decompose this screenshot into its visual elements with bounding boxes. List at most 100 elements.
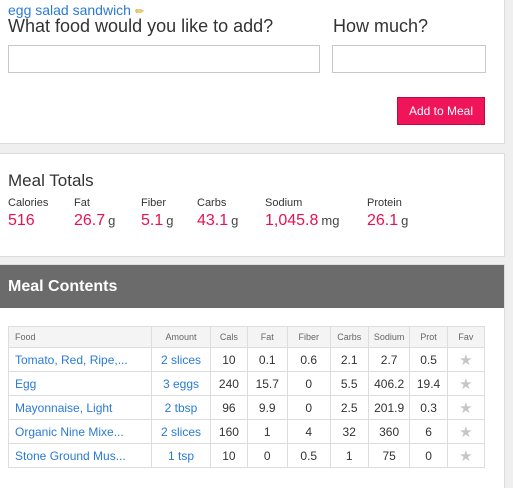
- table-row: Stone Ground Mus... 1 tsp 10 0 0.5 1 75 0 ★: [8, 443, 486, 468]
- cell-prot: 0: [409, 443, 448, 468]
- cell-carbs: 5.5: [329, 371, 369, 396]
- cell-amount[interactable]: 2 slices: [150, 419, 212, 444]
- food-question-label: What food would you like to add?: [8, 16, 274, 36]
- cell-amount[interactable]: 2 tbsp: [150, 395, 212, 420]
- table-body: Tomato, Red, Ripe,... 2 slices 10 0.1 0.6 2.1…: [8, 347, 486, 468]
- cell-amount[interactable]: 3 eggs: [150, 371, 212, 396]
- cell-carbs: 2.5: [329, 395, 369, 420]
- total-fat-unit: g: [108, 213, 116, 228]
- cell-sodium: 201.9: [367, 395, 411, 420]
- column-header-food[interactable]: Food: [8, 326, 152, 348]
- column-header-fav[interactable]: Fav: [446, 326, 486, 348]
- cell-fiber: 4: [286, 419, 331, 444]
- column-header-sodium[interactable]: Sodium: [367, 326, 411, 348]
- total-protein: Protein 26.1 g: [367, 197, 408, 230]
- cell-sodium: 406.2: [367, 371, 411, 396]
- star-icon[interactable]: ★: [459, 448, 472, 465]
- cell-food[interactable]: Organic Nine Mixe...: [8, 419, 152, 444]
- cell-carbs: 1: [329, 443, 369, 468]
- total-carbs-unit: g: [231, 213, 239, 228]
- total-fiber-unit: g: [166, 213, 174, 228]
- cell-amount[interactable]: 2 slices: [150, 347, 212, 372]
- cell-sodium: 75: [367, 443, 411, 468]
- table-row: Egg 3 eggs 240 15.7 0 5.5 406.2 19.4 ★: [8, 371, 486, 396]
- cell-fav: ★: [446, 395, 486, 420]
- cell-prot: 19.4: [409, 371, 448, 396]
- food-search-input[interactable]: [8, 45, 320, 73]
- cell-fiber: 0.5: [286, 443, 331, 468]
- cell-food[interactable]: Stone Ground Mus...: [8, 443, 152, 468]
- total-fat-value: 26.7: [74, 212, 106, 229]
- cell-fiber: 0: [286, 371, 331, 396]
- cell-food[interactable]: Egg: [8, 371, 152, 396]
- cell-cals: 240: [210, 371, 248, 396]
- star-icon[interactable]: ★: [459, 352, 472, 369]
- cell-cals: 10: [210, 347, 248, 372]
- cell-food[interactable]: Mayonnaise, Light: [8, 395, 152, 420]
- total-protein-value: 26.1: [367, 212, 399, 229]
- meal-contents-table: Food Amount Cals Fat Fiber Carbs Sodium Prot Fav…: [8, 326, 486, 468]
- cell-fiber: 0.6: [286, 347, 331, 372]
- cell-fat: 9.9: [246, 395, 288, 420]
- amount-question-label: How much?: [333, 16, 429, 36]
- meal-contents-title: Meal Contents: [8, 278, 118, 295]
- total-protein-label: Protein: [367, 197, 402, 209]
- table-row: Mayonnaise, Light 2 tbsp 96 9.9 0 2.5 201.9 0.3…: [8, 395, 486, 420]
- column-header-fat[interactable]: Fat: [246, 326, 288, 348]
- column-header-cals[interactable]: Cals: [210, 326, 248, 348]
- total-sodium-unit: mg: [321, 213, 340, 228]
- cell-fiber: 0: [286, 395, 331, 420]
- meal-totals-panel: Meal Totals Calories 516 Fat 26.7 g Fiber…: [0, 153, 505, 257]
- cell-prot: 0.3: [409, 395, 448, 420]
- table-row: Tomato, Red, Ripe,... 2 slices 10 0.1 0.6 2.1…: [8, 347, 486, 372]
- cell-prot: 6: [409, 419, 448, 444]
- cell-food[interactable]: Tomato, Red, Ripe,...: [8, 347, 152, 372]
- column-header-prot[interactable]: Prot: [409, 326, 448, 348]
- meal-contents-panel: Meal Contents Food Amount Cals Fat Fiber Carb…: [0, 264, 505, 488]
- cell-fat: 1: [246, 419, 288, 444]
- total-fiber-label: Fiber: [141, 197, 167, 209]
- column-header-amount[interactable]: Amount: [150, 326, 212, 348]
- cell-cals: 96: [210, 395, 248, 420]
- total-calories-label: Calories: [8, 197, 49, 209]
- cell-fat: 15.7: [246, 371, 288, 396]
- cell-cals: 10: [210, 443, 248, 468]
- total-fiber-value: 5.1: [141, 212, 164, 229]
- table-header-row: Food Amount Cals Fat Fiber Carbs Sodium Prot Fav: [8, 326, 486, 348]
- meal-totals-title: Meal Totals: [8, 171, 94, 190]
- cell-fav: ★: [446, 371, 486, 396]
- total-carbs: Carbs 43.1 g: [197, 197, 238, 230]
- total-carbs-label: Carbs: [197, 197, 227, 209]
- cell-carbs: 2.1: [329, 347, 369, 372]
- total-sodium-label: Sodium: [265, 197, 303, 209]
- cell-amount[interactable]: 1 tsp: [150, 443, 212, 468]
- cell-fav: ★: [446, 443, 486, 468]
- total-calories-value: 516: [8, 212, 35, 229]
- cell-cals: 160: [210, 419, 248, 444]
- meal-contents-header: Meal Contents: [0, 265, 504, 308]
- total-sodium-value: 1,045.8: [265, 212, 319, 229]
- total-fat: Fat 26.7 g: [74, 197, 115, 230]
- total-calories: Calories 516: [8, 197, 48, 230]
- star-icon[interactable]: ★: [459, 424, 472, 441]
- cell-carbs: 32: [329, 419, 369, 444]
- star-icon[interactable]: ★: [459, 376, 472, 393]
- column-header-fiber[interactable]: Fiber: [286, 326, 331, 348]
- cell-fat: 0.1: [246, 347, 288, 372]
- total-protein-unit: g: [401, 213, 409, 228]
- total-fiber: Fiber 5.1 g: [141, 197, 173, 230]
- table-row: Organic Nine Mixe... 2 slices 160 1 4 32 360 6 ★: [8, 419, 486, 444]
- cell-prot: 0.5: [409, 347, 448, 372]
- star-icon[interactable]: ★: [459, 400, 472, 417]
- total-fat-label: Fat: [74, 197, 90, 209]
- cell-sodium: 2.7: [367, 347, 411, 372]
- total-carbs-value: 43.1: [197, 212, 229, 229]
- cell-fav: ★: [446, 419, 486, 444]
- add-food-panel: egg salad sandwich ✏ What food would you …: [0, 0, 505, 144]
- column-header-carbs[interactable]: Carbs: [329, 326, 369, 348]
- cell-sodium: 360: [367, 419, 411, 444]
- add-to-meal-button[interactable]: Add to Meal: [397, 97, 485, 125]
- cell-fav: ★: [446, 347, 486, 372]
- amount-input[interactable]: [332, 45, 486, 73]
- total-sodium: Sodium 1,045.8 mg: [265, 197, 339, 230]
